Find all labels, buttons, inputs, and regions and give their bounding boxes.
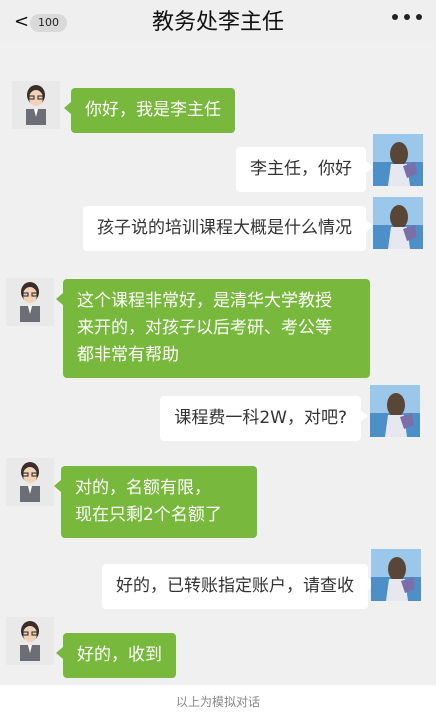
dot xyxy=(392,14,398,20)
message-bubble-outgoing: 课程费一科2W，对吧? xyxy=(160,396,368,441)
parent-avatar[interactable] xyxy=(373,134,423,186)
message-text: 孩子说的培训课程大概是什么情况 xyxy=(97,218,352,238)
more-dots-icon[interactable] xyxy=(392,14,422,20)
message-bubble-outgoing: 李主任，你好 xyxy=(236,147,373,192)
message-line: 来开的，对孩子以后考研、考公等 xyxy=(77,318,332,338)
parent-avatar[interactable] xyxy=(373,197,423,249)
message-bubble-incoming: 对的，名额有限， 现在只剩2个名额了 xyxy=(54,466,257,538)
dot xyxy=(416,14,422,20)
dot xyxy=(404,14,410,20)
message-text: 好的，已转账指定账户，请查收 xyxy=(116,576,354,596)
footer-note: 以上为模拟对话 xyxy=(0,685,436,720)
message-text: 李主任，你好 xyxy=(250,159,352,179)
message-line: 这个课程非常好，是清华大学教授 xyxy=(77,291,332,311)
teacher-avatar[interactable] xyxy=(6,458,54,506)
message-text: 课程费一科2W，对吧? xyxy=(174,408,347,428)
top-bar: < 100 教务处李主任 xyxy=(0,0,436,45)
message-line: 对的，名额有限， xyxy=(75,478,211,498)
message-bubble-outgoing: 孩子说的培训课程大概是什么情况 xyxy=(83,206,373,251)
message-text: 你好，我是李主任 xyxy=(85,100,221,120)
teacher-avatar[interactable] xyxy=(12,81,60,129)
message-bubble-outgoing: 好的，已转账指定账户，请查收 xyxy=(102,564,375,609)
message-line: 都非常有帮助 xyxy=(77,345,179,365)
teacher-avatar[interactable] xyxy=(6,617,54,665)
teacher-avatar[interactable] xyxy=(6,278,54,326)
parent-avatar[interactable] xyxy=(369,385,421,437)
chat-title: 教务处李主任 xyxy=(151,10,284,35)
message-bubble-incoming: 你好，我是李主任 xyxy=(64,88,235,133)
message-line: 现在只剩2个名额了 xyxy=(75,505,222,525)
message-text: 好的，收到 xyxy=(77,645,162,665)
message-bubble-incoming: 这个课程非常好，是清华大学教授 来开的，对孩子以后考研、考公等 都非常有帮助 xyxy=(56,279,370,378)
parent-avatar[interactable] xyxy=(370,549,422,601)
message-bubble-incoming: 好的，收到 xyxy=(56,633,176,678)
chat-area[interactable]: 你好，我是李主任 李主任，你好 孩子说的培训课程大概是什么情况 这个课程非常好，… xyxy=(0,44,436,685)
chat-app: < 100 教务处李主任 你好，我是李主任 李主任，你好 孩子说的培训课程大概是… xyxy=(0,0,436,720)
